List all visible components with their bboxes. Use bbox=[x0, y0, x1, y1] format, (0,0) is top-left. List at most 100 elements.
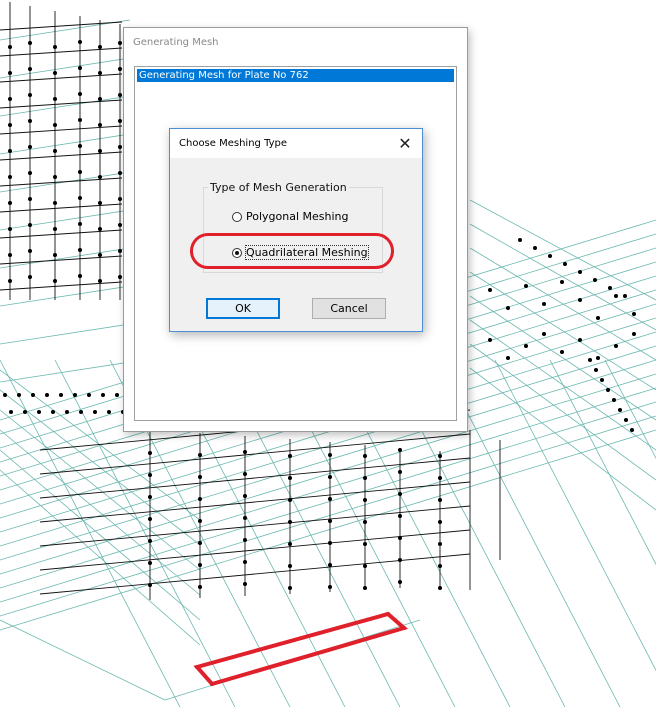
node-point bbox=[73, 393, 77, 397]
node-point bbox=[53, 149, 57, 153]
wire-line bbox=[469, 271, 656, 391]
node-point bbox=[198, 453, 202, 457]
node-point bbox=[288, 454, 292, 458]
node-point bbox=[118, 145, 122, 149]
node-point bbox=[518, 238, 522, 242]
wire-line bbox=[0, 47, 123, 57]
node-point bbox=[623, 294, 627, 298]
node-point bbox=[198, 541, 202, 545]
node-point bbox=[542, 302, 546, 306]
node-point bbox=[148, 561, 152, 565]
node-point bbox=[438, 454, 442, 458]
wire-line bbox=[0, 255, 123, 265]
ok-button[interactable]: OK bbox=[206, 298, 280, 319]
wire-line bbox=[0, 177, 123, 187]
node-point bbox=[3, 393, 7, 397]
node-point bbox=[78, 248, 82, 252]
node-point bbox=[614, 294, 618, 298]
generating-mesh-titlebar: Generating Mesh bbox=[124, 28, 467, 58]
node-point bbox=[596, 356, 600, 360]
node-point bbox=[363, 542, 367, 546]
node-point bbox=[288, 542, 292, 546]
wire-line bbox=[0, 409, 201, 571]
node-point bbox=[118, 93, 122, 97]
node-point bbox=[328, 497, 332, 501]
node-point bbox=[28, 67, 32, 71]
node-point bbox=[118, 275, 122, 279]
node-point bbox=[28, 223, 32, 227]
node-point bbox=[53, 201, 57, 205]
wire-line bbox=[469, 343, 656, 481]
node-point bbox=[8, 227, 12, 231]
wire-line bbox=[469, 199, 656, 301]
node-point bbox=[28, 93, 32, 97]
node-point bbox=[51, 410, 55, 414]
wire-line bbox=[469, 367, 656, 511]
node-point bbox=[614, 344, 618, 348]
node-point bbox=[98, 149, 102, 153]
wire-line bbox=[469, 223, 656, 331]
wire-line bbox=[0, 21, 123, 31]
node-point bbox=[59, 393, 63, 397]
cancel-button[interactable]: Cancel bbox=[312, 298, 386, 319]
node-point bbox=[28, 171, 32, 175]
node-point bbox=[98, 253, 102, 257]
node-point bbox=[632, 332, 636, 336]
node-point bbox=[588, 358, 592, 362]
node-point bbox=[8, 253, 12, 257]
selected-plate-outline bbox=[193, 611, 409, 687]
node-point bbox=[17, 393, 21, 397]
node-point bbox=[28, 41, 32, 45]
close-icon[interactable]: ✕ bbox=[388, 129, 422, 158]
node-point bbox=[115, 393, 119, 397]
node-point bbox=[148, 495, 152, 499]
choose-meshing-titlebar: Choose Meshing Type ✕ bbox=[170, 129, 422, 158]
node-point bbox=[328, 453, 332, 457]
node-point bbox=[101, 393, 105, 397]
node-point bbox=[79, 410, 83, 414]
node-point bbox=[363, 476, 367, 480]
node-point bbox=[78, 66, 82, 70]
node-point bbox=[632, 312, 636, 316]
node-point bbox=[78, 170, 82, 174]
node-point bbox=[8, 149, 12, 153]
node-point bbox=[78, 274, 82, 278]
node-point bbox=[560, 280, 564, 284]
generating-mesh-title: Generating Mesh bbox=[133, 37, 219, 48]
node-point bbox=[398, 470, 402, 474]
node-point bbox=[107, 410, 111, 414]
list-item[interactable]: Generating Mesh for Plate No 762 bbox=[137, 69, 454, 82]
node-point bbox=[8, 45, 12, 49]
node-point bbox=[288, 586, 292, 590]
node-point bbox=[53, 123, 57, 127]
node-point bbox=[524, 344, 528, 348]
node-point bbox=[53, 71, 57, 75]
node-point bbox=[600, 378, 604, 382]
node-point bbox=[243, 472, 247, 476]
polygonal-meshing-option[interactable]: Polygonal Meshing bbox=[232, 210, 349, 223]
node-point bbox=[98, 279, 102, 283]
node-point bbox=[533, 246, 537, 250]
node-point bbox=[438, 520, 442, 524]
node-point bbox=[606, 388, 610, 392]
node-point bbox=[118, 197, 122, 201]
node-point bbox=[506, 356, 510, 360]
node-point bbox=[398, 558, 402, 562]
node-point bbox=[363, 498, 367, 502]
node-point bbox=[578, 298, 582, 302]
wire-line bbox=[0, 203, 123, 213]
node-point bbox=[31, 393, 35, 397]
radio-unchecked-icon[interactable] bbox=[232, 211, 242, 222]
quadrilateral-meshing-option[interactable]: Quadrilateral Meshing bbox=[232, 245, 369, 260]
node-point bbox=[98, 227, 102, 231]
node-point bbox=[28, 119, 32, 123]
wire-line bbox=[0, 133, 131, 155]
wire-line bbox=[39, 505, 471, 547]
node-point bbox=[53, 227, 57, 231]
node-point bbox=[28, 197, 32, 201]
wire-line bbox=[39, 529, 471, 571]
node-point bbox=[118, 41, 122, 45]
radio-checked-icon[interactable] bbox=[232, 247, 242, 258]
node-point bbox=[78, 144, 82, 148]
node-point bbox=[148, 517, 152, 521]
